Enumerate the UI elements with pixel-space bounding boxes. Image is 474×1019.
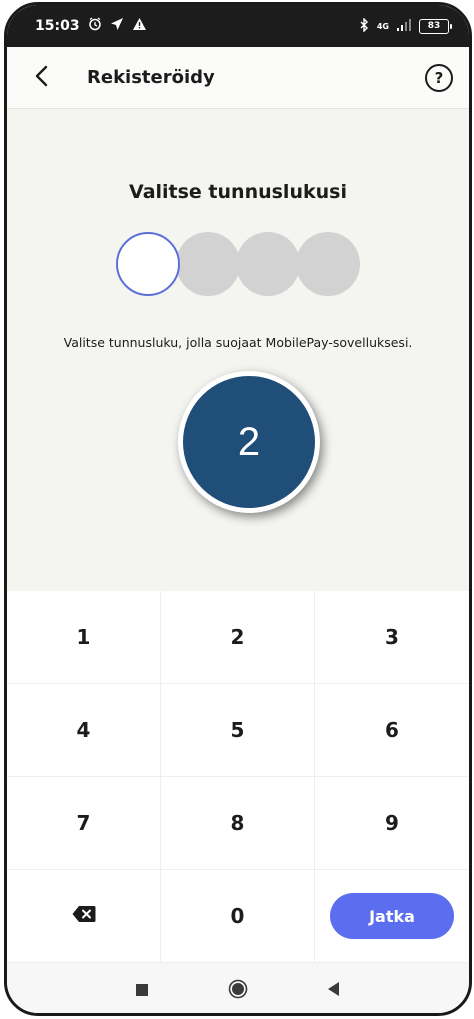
nav-home-button[interactable] bbox=[190, 979, 286, 1003]
pin-description: Valitse tunnusluku, jolla suojaat Mobile… bbox=[63, 335, 413, 350]
help-button[interactable]: ? bbox=[425, 63, 453, 92]
pin-dot bbox=[236, 232, 300, 296]
pin-dot bbox=[176, 232, 240, 296]
bluetooth-icon bbox=[359, 16, 369, 35]
status-time: 15:03 bbox=[35, 18, 80, 34]
pin-heading: Valitse tunnuslukusi bbox=[129, 181, 347, 203]
battery-icon: 83 bbox=[419, 18, 452, 34]
pin-dot-active bbox=[116, 232, 180, 296]
question-icon: ? bbox=[434, 68, 444, 87]
pin-dot bbox=[296, 232, 360, 296]
circle-icon bbox=[228, 979, 248, 1003]
key-5[interactable]: 5 bbox=[161, 684, 315, 777]
submit-cell: Jatka bbox=[315, 870, 469, 963]
pin-indicator bbox=[7, 232, 469, 296]
key-4[interactable]: 4 bbox=[7, 684, 161, 777]
triangle-left-icon bbox=[327, 981, 341, 1001]
key-1[interactable]: 1 bbox=[7, 591, 161, 684]
nav-recents-button[interactable] bbox=[94, 982, 190, 1001]
pin-setup-area: Valitse tunnuslukusi Valitse tunnusluku,… bbox=[7, 109, 469, 591]
square-icon bbox=[135, 982, 149, 1001]
key-6[interactable]: 6 bbox=[315, 684, 469, 777]
key-0[interactable]: 0 bbox=[161, 870, 315, 963]
warning-icon bbox=[132, 17, 147, 35]
alarm-icon bbox=[88, 17, 102, 35]
status-bar: 15:03 4G 83 bbox=[7, 5, 469, 47]
key-8[interactable]: 8 bbox=[161, 777, 315, 870]
page-title: Rekisteröidy bbox=[87, 67, 215, 88]
key-3[interactable]: 3 bbox=[315, 591, 469, 684]
location-arrow-icon bbox=[110, 17, 124, 35]
backspace-key[interactable] bbox=[7, 870, 161, 963]
app-bar: Rekisteröidy ? bbox=[7, 47, 469, 109]
chevron-left-icon bbox=[34, 65, 48, 91]
battery-level: 83 bbox=[427, 21, 441, 31]
system-nav-bar bbox=[7, 963, 469, 1013]
numeric-keypad: 1 2 3 4 5 6 7 8 9 0 Jatka bbox=[7, 591, 469, 963]
signal-icon bbox=[397, 18, 411, 34]
network-label: 4G bbox=[376, 21, 389, 31]
key-7[interactable]: 7 bbox=[7, 777, 161, 870]
backspace-icon bbox=[72, 904, 96, 928]
phone-frame: 15:03 4G 83 Rekisteröidy ? Valitse tunnu… bbox=[4, 2, 472, 1016]
step-number-badge: 2 bbox=[178, 371, 320, 513]
nav-back-button[interactable] bbox=[286, 981, 382, 1001]
jatka-button[interactable]: Jatka bbox=[330, 893, 454, 939]
back-button[interactable] bbox=[23, 60, 59, 96]
key-2[interactable]: 2 bbox=[161, 591, 315, 684]
key-9[interactable]: 9 bbox=[315, 777, 469, 870]
